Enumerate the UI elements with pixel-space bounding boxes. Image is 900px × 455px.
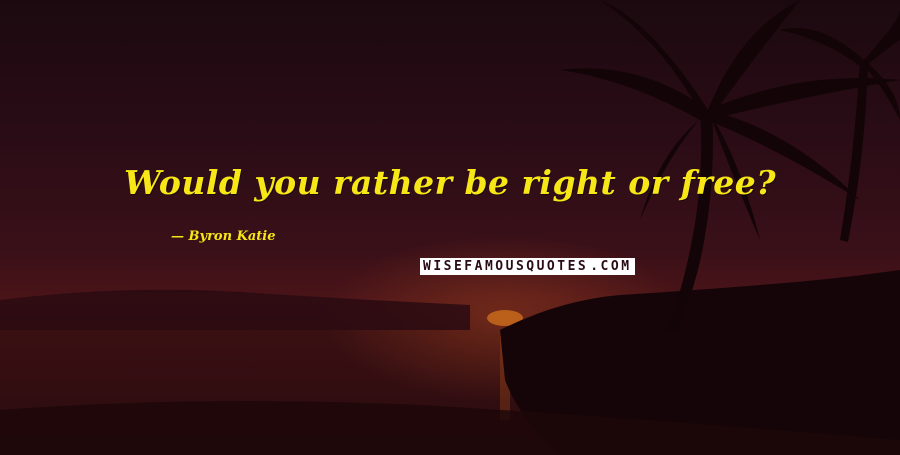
watermark-logo: WISEFAMOUSQUOTES .COM [420,258,635,275]
quote-text: Would you rather be right or free? [123,163,777,202]
quote-card: Would you rather be right or free? — Byr… [0,0,900,455]
watermark-brand: WISEFAMOUSQUOTES [420,258,591,275]
horizon-hills [0,289,470,330]
watermark-tld: .COM [590,258,635,275]
palm-fronds-2 [780,10,900,120]
quote-author: — Byron Katie [171,229,276,244]
author-name: Byron Katie [188,229,276,244]
author-dash: — [171,229,189,244]
sunset-background [0,0,900,455]
